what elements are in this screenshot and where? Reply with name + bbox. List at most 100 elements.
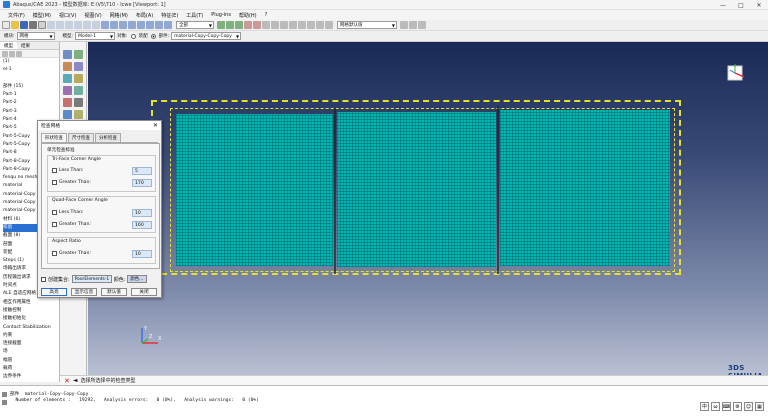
tri-greater-input[interactable]: 170	[132, 179, 152, 187]
query-icon[interactable]	[244, 21, 252, 29]
collapse-icon[interactable]	[16, 50, 22, 57]
menu-whats-this[interactable]: ?	[265, 12, 268, 18]
assembly-radio[interactable]	[130, 33, 136, 39]
menu-help[interactable]: 帮助(H)	[239, 12, 257, 19]
dismiss-button[interactable]: 关闭	[131, 288, 157, 296]
language-icon[interactable]: 中	[700, 402, 709, 411]
edit-mesh-icon[interactable]	[63, 110, 72, 119]
view-manager-icon[interactable]	[409, 21, 417, 29]
grid-icon[interactable]: ▦	[755, 402, 764, 411]
tri-less-input[interactable]: 5	[132, 167, 152, 175]
tree-item[interactable]: 载荷	[3, 365, 59, 373]
cycle-views-icon[interactable]	[92, 21, 100, 29]
aspect-greater-input[interactable]: 10	[132, 250, 152, 258]
command-tab-icon[interactable]	[2, 400, 7, 405]
verify-mesh-icon[interactable]	[63, 86, 72, 95]
partition-face-icon[interactable]	[74, 86, 83, 95]
remove-icon[interactable]	[280, 21, 288, 29]
tree-item[interactable]: Part-1	[3, 91, 59, 99]
defaults-button[interactable]: 默认值	[101, 288, 127, 296]
filter-icon[interactable]	[2, 50, 8, 57]
part-combo[interactable]: material-Copy-Copy-Copy ▼	[171, 32, 242, 40]
back-arrow-icon[interactable]: ◄	[73, 377, 78, 384]
view-cube-icon[interactable]	[724, 60, 750, 86]
right-view-icon[interactable]	[164, 21, 172, 29]
iso-view-icon[interactable]	[110, 21, 118, 29]
tree-item[interactable]: 约束	[3, 332, 59, 340]
tab-analysis-checks[interactable]: 分析检查	[95, 133, 121, 142]
dialog-title-bar[interactable]: 检查网格 ✕	[38, 121, 161, 130]
auto-fit-icon[interactable]	[83, 21, 91, 29]
open-icon[interactable]	[11, 21, 19, 29]
minimize-button[interactable]: —	[714, 0, 732, 10]
partition-cell-icon[interactable]	[63, 98, 72, 107]
menu-view[interactable]: 视图(V)	[84, 12, 101, 19]
save-icon[interactable]	[20, 21, 28, 29]
zoom-icon[interactable]	[65, 21, 73, 29]
tree-item[interactable]: 场	[3, 348, 59, 356]
maximize-button[interactable]: □	[732, 0, 750, 10]
shaded-icon[interactable]	[235, 21, 243, 29]
model-combo[interactable]: Model-1 ▼	[75, 32, 116, 40]
menu-viewport[interactable]: 视口(V)	[59, 12, 76, 19]
hidden-line-icon[interactable]	[226, 21, 234, 29]
tree-item[interactable]: 连接截面	[3, 340, 59, 348]
tri-greater-checkbox[interactable]	[52, 180, 57, 185]
viewport[interactable]: X Y Z 3DS SIMULIA	[88, 42, 768, 380]
tab-model[interactable]: 模型	[0, 42, 17, 49]
settings-icon[interactable]: ⚙	[733, 402, 742, 411]
display-combo[interactable]: 网格默认值 ▼	[337, 21, 397, 29]
highlight-button[interactable]: 高亮	[41, 288, 67, 296]
seed-part-icon[interactable]	[63, 50, 72, 59]
color-code-icon[interactable]	[253, 21, 261, 29]
add-icon[interactable]	[289, 21, 297, 29]
tree-item[interactable]: el-1	[3, 66, 59, 74]
new-icon[interactable]	[2, 21, 10, 29]
menu-plugins[interactable]: Plug-ins	[211, 12, 231, 18]
user-icon[interactable]: ☺	[744, 402, 753, 411]
tree-item[interactable]: 接触初始化	[3, 315, 59, 323]
undo-display-icon[interactable]	[316, 21, 324, 29]
tree-item[interactable]: 部件 (15)	[3, 83, 59, 91]
box-zoom-icon[interactable]	[74, 21, 82, 29]
menu-mesh[interactable]: 网格(M)	[110, 12, 128, 19]
pan-icon[interactable]	[47, 21, 55, 29]
part-radio[interactable]	[150, 33, 156, 39]
seed-edge-icon[interactable]	[74, 50, 83, 59]
quad-greater-checkbox[interactable]	[52, 222, 57, 227]
tree-item[interactable]: Part-2	[3, 99, 59, 107]
lock-icon[interactable]	[418, 21, 426, 29]
tree-item[interactable]: 边界条件	[3, 373, 59, 381]
cancel-procedure-icon[interactable]: ✕	[64, 377, 70, 385]
quad-greater-input[interactable]: 160	[132, 221, 152, 229]
color-button[interactable]: 颜色...	[127, 275, 148, 283]
tree-item[interactable]: (1)	[3, 58, 59, 66]
tree-item[interactable]: 接触控制	[3, 307, 59, 315]
print-icon[interactable]	[29, 21, 37, 29]
tree-item[interactable]: Contact Stabilization	[3, 324, 59, 332]
tree-item[interactable]: 幅值	[3, 357, 59, 365]
delete-mesh-icon[interactable]	[74, 110, 83, 119]
message-tab-icon[interactable]	[2, 392, 7, 397]
back-view-icon[interactable]	[128, 21, 136, 29]
expand-icon[interactable]	[9, 50, 15, 57]
tree-item[interactable]: Part-3	[3, 108, 59, 116]
render-style-combo[interactable]: 全部 ▼	[176, 21, 214, 29]
assign-controls-icon[interactable]	[74, 74, 83, 83]
save-set-checkbox[interactable]	[41, 276, 46, 282]
tab-results[interactable]: 结果	[17, 42, 34, 49]
quad-less-checkbox[interactable]	[52, 210, 57, 215]
virtual-topology-icon[interactable]	[74, 98, 83, 107]
assign-element-icon[interactable]	[63, 74, 72, 83]
visibility-icon[interactable]	[325, 21, 333, 29]
mesh-region-icon[interactable]	[74, 62, 83, 71]
tri-less-checkbox[interactable]	[52, 168, 57, 173]
rotate-icon[interactable]	[56, 21, 64, 29]
keyboard-icon[interactable]: ⌨	[722, 402, 731, 411]
tree-item[interactable]: 相互作用属性	[3, 299, 59, 307]
ime-icon[interactable]: ω	[711, 402, 720, 411]
mesh-part-icon[interactable]	[63, 62, 72, 71]
menu-tools[interactable]: 工具(T)	[186, 12, 203, 19]
menu-layout[interactable]: 布局(A)	[136, 12, 153, 19]
quad-less-input[interactable]: 10	[132, 209, 152, 217]
